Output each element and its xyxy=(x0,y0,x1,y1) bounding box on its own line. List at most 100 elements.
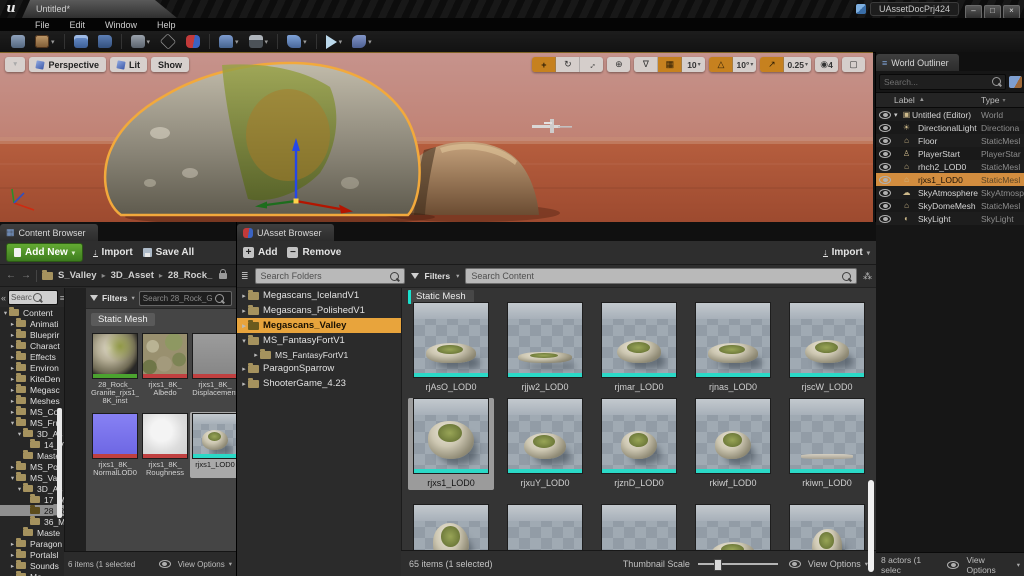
asset-card[interactable]: rjAsO_LOD0 xyxy=(408,302,494,392)
toolbar-build-button[interactable]: ▾ xyxy=(282,32,312,51)
toolbar-blueprints-button[interactable]: ▾ xyxy=(214,32,244,51)
asset-card[interactable]: rkiwf_LOD0 xyxy=(690,398,776,490)
toolbar-launch-button[interactable]: ▾ xyxy=(347,32,377,51)
visibility-eye-icon[interactable] xyxy=(879,137,891,145)
tree-scrollbar[interactable] xyxy=(57,408,62,518)
uasset-folder-item[interactable]: ▸Megascans_IcelandV1 xyxy=(237,288,401,303)
uasset-filters-button[interactable]: Filters xyxy=(425,271,451,281)
content-tree-item[interactable]: ▸Sounds xyxy=(0,560,64,571)
content-tree-item[interactable]: ▾3D_As xyxy=(0,428,64,439)
visibility-eye-icon[interactable] xyxy=(879,150,891,158)
dependency-graph-icon[interactable]: ⁂ xyxy=(863,271,872,282)
content-tree-item[interactable]: ▸Megasc xyxy=(0,384,64,395)
asset-card[interactable]: rjznD_LOD0 xyxy=(596,398,682,490)
scale-tool-button[interactable]: ↔ xyxy=(580,57,603,72)
forward-button[interactable]: → xyxy=(21,270,31,281)
close-button[interactable]: × xyxy=(1003,5,1020,19)
content-tree-item[interactable]: ▸Effects xyxy=(0,351,64,362)
visibility-eye-icon[interactable] xyxy=(879,202,891,210)
breadcrumb-item[interactable]: S_Valley xyxy=(58,270,97,281)
grid-snap-value-button[interactable]: 10▾ xyxy=(682,57,705,72)
menu-help[interactable]: Help xyxy=(148,20,185,30)
tab-content-browser[interactable]: ▦ Content Browser xyxy=(0,224,98,241)
viewport[interactable]: ▼ Perspective Lit Show + ↻ ↔ ⊕ ∇ ▦ xyxy=(0,52,873,223)
content-tree-item[interactable]: ▸Animati xyxy=(0,318,64,329)
visibility-eye-icon[interactable] xyxy=(879,124,891,132)
outliner-row[interactable]: ⌂rjxs1_LOD0StaticMesl xyxy=(876,173,1024,186)
visibility-eye-icon[interactable] xyxy=(879,111,891,119)
outliner-row[interactable]: ♙PlayerStartPlayerStar xyxy=(876,147,1024,160)
asset-card[interactable]: rjjw2_LOD0 xyxy=(502,302,588,392)
menu-file[interactable]: File xyxy=(26,20,59,30)
asset-card[interactable]: rjxs1_LOD0 xyxy=(190,412,236,478)
outliner-row[interactable]: ▾▣Untitled (Editor)World xyxy=(876,108,1024,121)
toolbar-preview-cube-button[interactable] xyxy=(155,32,181,51)
content-tree-item[interactable]: ▸Ma xyxy=(0,571,64,576)
outliner-new-layer-icon[interactable] xyxy=(1009,76,1022,88)
menu-edit[interactable]: Edit xyxy=(61,20,95,30)
view-mode-button[interactable]: Lit xyxy=(110,57,147,72)
content-tree-item[interactable]: ▸Environ xyxy=(0,362,64,373)
asset-card[interactable]: 28_Rock_Granite_rjxs1_8K_inst xyxy=(90,332,140,406)
collapse-sources-icon[interactable]: « xyxy=(1,293,6,303)
breadcrumb-item[interactable]: 3D_Asset xyxy=(111,270,154,281)
minimize-button[interactable]: – xyxy=(965,5,982,19)
content-tree-item[interactable]: ▸KiteDen xyxy=(0,373,64,384)
slider-knob[interactable] xyxy=(714,559,722,571)
viewport-options-button[interactable]: ▼ xyxy=(5,57,25,72)
camera-mode-button[interactable]: Perspective xyxy=(29,57,106,72)
folders-search-input[interactable]: Search Folders xyxy=(255,268,405,284)
surface-snap-button[interactable]: ∇ xyxy=(634,57,658,72)
toolbar-save-button[interactable] xyxy=(6,32,30,51)
uasset-add-button[interactable]: + Add xyxy=(243,247,277,258)
outliner-row[interactable]: ⌂SkyDomeMeshStaticMesl xyxy=(876,199,1024,212)
scale-snap-toggle-button[interactable]: ↗ xyxy=(760,57,784,72)
uasset-folder-item[interactable]: ▸Megascans_Valley xyxy=(237,318,401,333)
outliner-row[interactable]: ☁SkyAtmosphereSkyAtmosp xyxy=(876,186,1024,199)
content-tree-item[interactable]: ▸Paragon xyxy=(0,538,64,549)
outliner-search-input[interactable]: Search... xyxy=(879,74,1006,90)
rotation-snap-value-button[interactable]: 10°▾ xyxy=(733,57,756,72)
content-tree-item[interactable]: ▸MS_Pol xyxy=(0,461,64,472)
content-tree-item[interactable]: ▸Meshes xyxy=(0,395,64,406)
content-tree-item[interactable]: Maste xyxy=(0,527,64,538)
toolbar-settings-button[interactable]: ▾ xyxy=(126,32,156,51)
content-tree-item[interactable]: ▾MS_Fru xyxy=(0,417,64,428)
folder-tree-icon[interactable]: ≣ xyxy=(241,271,249,282)
sources-divider[interactable] xyxy=(64,288,88,576)
rotate-tool-button[interactable]: ↻ xyxy=(556,57,580,72)
content-tree-item[interactable]: ▸Blueprir xyxy=(0,329,64,340)
asset-card[interactable]: rjxuY_LOD0 xyxy=(502,398,588,490)
toolbar-uasset-button[interactable] xyxy=(181,32,205,51)
outliner-column-header[interactable]: Label▲ Type▾ xyxy=(876,92,1024,108)
uasset-folder-item[interactable]: ▸Megascans_PolishedV1 xyxy=(237,303,401,318)
toolbar-cinematics-button[interactable]: ▾ xyxy=(244,32,274,51)
content-search-input[interactable]: Search Content xyxy=(465,268,857,284)
visibility-eye-icon[interactable] xyxy=(879,176,891,184)
scale-snap-value-button[interactable]: 0.25▾ xyxy=(784,57,811,72)
uasset-folder-item[interactable]: ▾MS_FantasyFortV1 xyxy=(237,333,401,348)
outliner-row[interactable]: ⌂rhch2_LOD0StaticMesl xyxy=(876,160,1024,173)
visibility-eye-icon[interactable] xyxy=(879,215,891,223)
content-tree-item[interactable]: ▸MS_Cor xyxy=(0,406,64,417)
asset-card[interactable]: rjxs1_8K_Displacement xyxy=(190,332,236,406)
show-button[interactable]: Show xyxy=(151,57,189,72)
uasset-folder-item[interactable]: ▸MS_FantasyFortV1 xyxy=(237,348,401,361)
import-button[interactable]: ↓ Import xyxy=(93,247,133,258)
maximize-button[interactable]: □ xyxy=(984,5,1001,19)
assets-search-mini-input[interactable]: Searc xyxy=(8,290,58,305)
move-tool-button[interactable]: + xyxy=(532,57,556,72)
uasset-folder-item[interactable]: ▸ShooterGame_4.23 xyxy=(237,376,401,391)
asset-card[interactable]: rjxs1_8K_Roughness xyxy=(140,412,190,478)
visibility-eye-icon[interactable] xyxy=(879,189,891,197)
content-tree-item[interactable]: ▾Content xyxy=(0,307,64,318)
filters-button[interactable]: Filters xyxy=(102,293,128,303)
uasset-remove-button[interactable]: − Remove xyxy=(287,247,341,258)
lock-icon[interactable] xyxy=(219,273,227,279)
content-tree-item[interactable]: 17_M xyxy=(0,494,64,505)
tab-uasset-browser[interactable]: UAsset Browser xyxy=(237,224,334,241)
thumbnail-scale-slider[interactable] xyxy=(698,563,778,565)
menu-window[interactable]: Window xyxy=(96,20,146,30)
toolbar-content-button[interactable] xyxy=(69,32,93,51)
outliner-row[interactable]: ⌂FloorStaticMesl xyxy=(876,134,1024,147)
